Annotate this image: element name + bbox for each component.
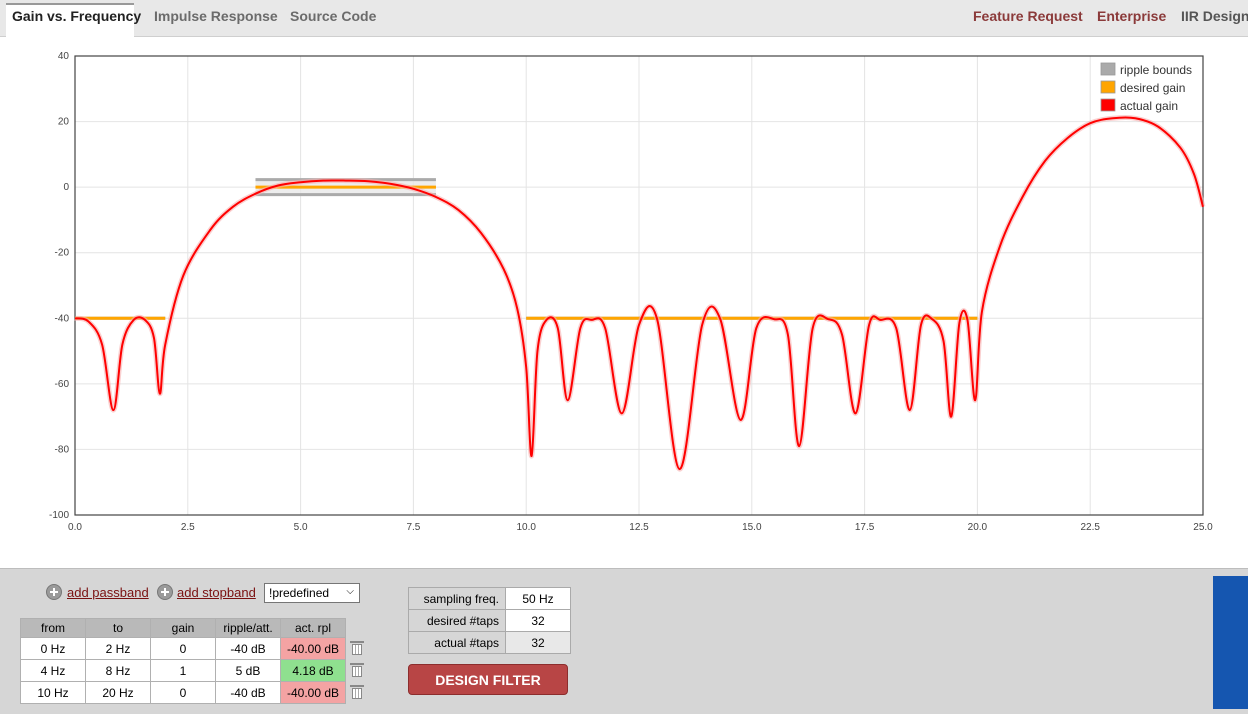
bands-table: from to gain ripple/att. act. rpl 0 Hz 2…	[20, 618, 369, 704]
x-tick-label: 5.0	[294, 522, 308, 533]
band-ripple-input[interactable]: -40 dB	[215, 681, 281, 704]
x-tick-label: 7.5	[406, 522, 420, 533]
y-tick-label: -80	[55, 444, 70, 455]
y-tick-label: -20	[55, 248, 70, 259]
desired-taps-input[interactable]: 32	[505, 609, 571, 632]
design-filter-button[interactable]: DESIGN FILTER	[408, 664, 568, 695]
trash-icon	[350, 683, 365, 699]
params-table: sampling freq. 50 Hz desired #taps 32 ac…	[408, 587, 571, 654]
legend-swatch	[1100, 98, 1116, 112]
y-tick-label: -40	[55, 313, 70, 324]
feature-request-link[interactable]: Feature Request	[973, 8, 1083, 24]
add-stopband-icon[interactable]	[157, 584, 173, 600]
y-tick-label: -100	[49, 510, 69, 521]
trash-icon	[350, 639, 364, 655]
x-tick-label: 20.0	[968, 522, 988, 533]
iir-design-link[interactable]: IIR Design	[1181, 8, 1248, 24]
x-tick-label: 12.5	[629, 522, 649, 533]
enterprise-link[interactable]: Enterprise	[1097, 8, 1166, 24]
band-gain-input[interactable]: 0	[150, 681, 216, 704]
predefined-select[interactable]: !predefined ⌵	[264, 583, 360, 603]
table-row: 10 Hz 20 Hz 0 -40 dB -40.00 dB	[20, 681, 369, 704]
add-stopband-link[interactable]: add stopband	[177, 585, 256, 600]
delete-band-button[interactable]	[345, 681, 369, 704]
band-actual-ripple: 4.18 dB	[280, 659, 346, 682]
x-tick-label: 25.0	[1193, 522, 1213, 533]
chart-area: 0.0 2.5 5.0 7.5 10.0 12.5 15.0 17.5 20.0 22.5 25.0…	[0, 37, 1248, 567]
gain-chart: 0.0 2.5 5.0 7.5 10.0 12.5 15.0 17.5 20.0 22.5 25.0…	[49, 51, 1213, 533]
desired-taps-label: desired #taps	[408, 609, 506, 632]
col-act-rpl: act. rpl	[280, 618, 346, 638]
col-from: from	[20, 618, 86, 638]
ad-banner[interactable]	[1213, 576, 1248, 709]
band-to-input[interactable]: 8 Hz	[85, 659, 151, 682]
band-from-input[interactable]: 4 Hz	[20, 659, 86, 682]
table-row: 4 Hz 8 Hz 1 5 dB 4.18 dB	[20, 659, 369, 682]
top-nav: Gain vs. Frequency Impulse Response Sour…	[0, 0, 1248, 37]
y-tick-label: 40	[58, 51, 70, 62]
x-tick-label: 15.0	[742, 522, 762, 533]
band-gain-input[interactable]: 0	[150, 637, 216, 660]
band-from-input[interactable]: 10 Hz	[20, 681, 86, 704]
col-gain: gain	[150, 618, 216, 638]
legend-swatch	[1100, 80, 1116, 94]
actual-taps-value: 32	[505, 631, 571, 654]
chevron-down-icon: ⌵	[346, 586, 354, 597]
add-passband-icon[interactable]	[46, 584, 62, 600]
legend-label: desired gain	[1120, 81, 1185, 95]
bands-header-row: from to gain ripple/att. act. rpl	[20, 618, 369, 638]
delete-band-button[interactable]	[345, 637, 369, 660]
band-actual-ripple: -40.00 dB	[280, 681, 346, 704]
y-tick-label: 0	[63, 182, 69, 193]
col-ripple: ripple/att.	[215, 618, 281, 638]
add-passband-link[interactable]: add passband	[67, 585, 149, 600]
legend-swatch	[1100, 62, 1116, 76]
predefined-select-value: !predefined	[269, 586, 330, 600]
y-tick-label: -60	[55, 379, 70, 390]
x-tick-label: 0.0	[68, 522, 82, 533]
filter-spec-panel: add passband add stopband !predefined ⌵ …	[0, 568, 1248, 714]
band-actual-ripple: -40.00 dB	[280, 637, 346, 660]
sampling-freq-input[interactable]: 50 Hz	[505, 587, 571, 610]
tab-impulse-response[interactable]: Impulse Response	[154, 8, 278, 24]
band-gain-input[interactable]: 1	[150, 659, 216, 682]
legend-label: ripple bounds	[1120, 63, 1192, 77]
x-tick-label: 17.5	[855, 522, 875, 533]
trash-icon	[350, 661, 364, 677]
band-ripple-input[interactable]: 5 dB	[215, 659, 281, 682]
col-to: to	[85, 618, 151, 638]
band-from-input[interactable]: 0 Hz	[20, 637, 86, 660]
legend-label: actual gain	[1120, 99, 1178, 113]
y-tick-label: 20	[58, 117, 70, 128]
delete-band-button[interactable]	[345, 659, 369, 682]
table-row: 0 Hz 2 Hz 0 -40 dB -40.00 dB	[20, 637, 369, 660]
band-to-input[interactable]: 2 Hz	[85, 637, 151, 660]
tab-source-code[interactable]: Source Code	[290, 8, 376, 24]
actual-taps-label: actual #taps	[408, 631, 506, 654]
tab-gain-vs-frequency[interactable]: Gain vs. Frequency	[12, 8, 141, 24]
band-to-input[interactable]: 20 Hz	[85, 681, 151, 704]
x-tick-label: 22.5	[1080, 522, 1100, 533]
band-ripple-input[interactable]: -40 dB	[215, 637, 281, 660]
x-tick-label: 10.0	[516, 522, 536, 533]
x-tick-label: 2.5	[181, 522, 195, 533]
col-delete	[345, 618, 369, 638]
sampling-freq-label: sampling freq.	[408, 587, 506, 610]
